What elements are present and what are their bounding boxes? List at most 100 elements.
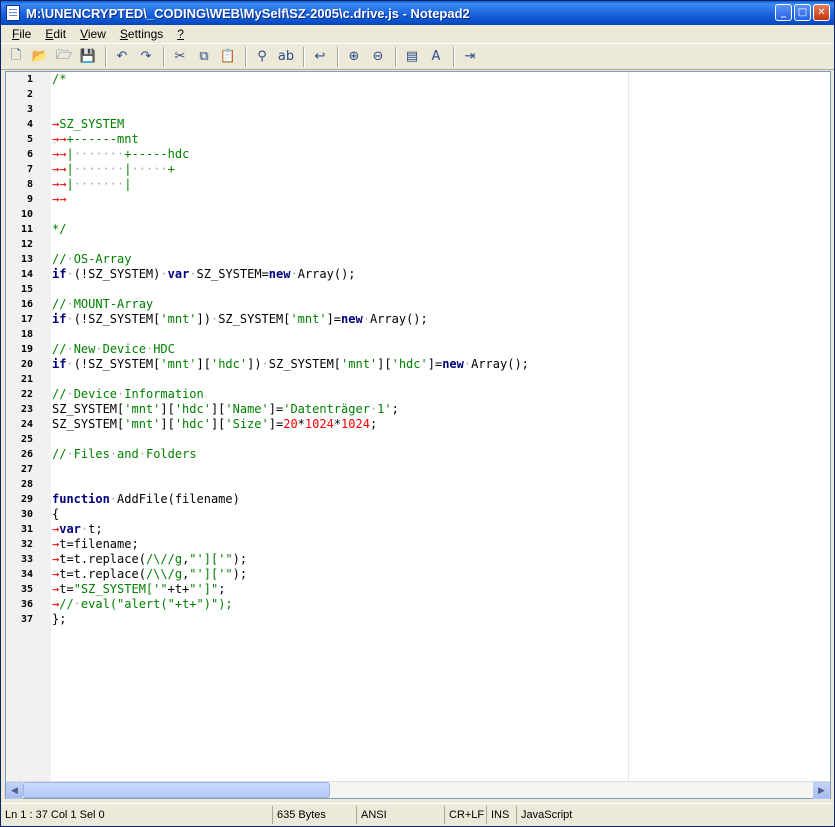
code-token: ][ — [210, 402, 226, 416]
code-line[interactable]: →→|·······|·····+ — [52, 162, 175, 177]
code-line[interactable]: //·Device·Information — [52, 387, 204, 402]
code-line[interactable]: →→|·······+-----hdc — [52, 147, 189, 162]
code-line[interactable]: if·(!SZ_SYSTEM)·var·SZ_SYSTEM=new·Array(… — [52, 267, 356, 282]
code-line[interactable]: SZ_SYSTEM['mnt']['hdc']['Name']='Datentr… — [52, 402, 399, 417]
code-token: ][ — [210, 417, 226, 431]
scroll-right-button[interactable]: ▶ — [813, 782, 830, 799]
menu-item[interactable]: File — [5, 27, 38, 41]
line-number: 13 — [20, 254, 33, 265]
code-token: new — [442, 357, 464, 371]
code-line[interactable]: */ — [52, 222, 66, 237]
replace-icon[interactable]: ab — [275, 46, 297, 68]
menu-item[interactable]: View — [73, 27, 113, 41]
code-token: 1024 — [304, 417, 334, 431]
zoom-out-icon[interactable]: ⊖ — [367, 46, 389, 68]
menu-item[interactable]: ? — [170, 27, 191, 41]
code-line[interactable]: →t="SZ_SYSTEM['"+t+"']"; — [52, 582, 225, 597]
redo-icon[interactable]: ↷ — [135, 46, 157, 68]
code-line[interactable]: /* — [52, 72, 66, 87]
code-token: ; — [369, 417, 378, 431]
minimize-icon: _ — [781, 7, 786, 18]
code-line[interactable]: →var·t; — [52, 522, 103, 537]
font-icon[interactable]: A — [425, 46, 447, 68]
maximize-button[interactable]: □ — [794, 4, 811, 21]
wordwrap-icon[interactable]: ↩ — [309, 46, 331, 68]
paste-icon[interactable]: 📋 — [217, 46, 239, 68]
line-number: 29 — [20, 494, 33, 505]
cut-icon[interactable]: ✂ — [169, 46, 191, 68]
code-token: AddFile(filename) — [117, 492, 240, 506]
code-token: 'Size' — [225, 417, 269, 431]
code-token: ]= — [268, 417, 284, 431]
code-line[interactable]: //·New·Device·HDC — [52, 342, 175, 357]
open-icon[interactable]: 📂 — [29, 46, 51, 68]
status-lexer[interactable]: JavaScript — [517, 806, 637, 824]
status-eol[interactable]: CR+LF — [445, 806, 487, 824]
code-line[interactable]: →SZ_SYSTEM — [52, 117, 124, 132]
menu-item[interactable]: Settings — [113, 27, 170, 41]
scrollbar-thumb[interactable] — [23, 782, 330, 798]
save-icon[interactable]: 💾 — [77, 46, 99, 68]
code-line[interactable]: →→|·······| — [52, 177, 132, 192]
scheme-icon[interactable]: ▤ — [401, 46, 423, 68]
line-number: 9 — [26, 194, 33, 205]
code-token: SZ_SYSTEM[ — [218, 312, 291, 326]
scroll-left-button[interactable]: ◀ — [6, 782, 23, 799]
code-line[interactable]: if·(!SZ_SYSTEM['mnt'])·SZ_SYSTEM['mnt']=… — [52, 312, 428, 327]
code-token: var — [167, 267, 190, 281]
line-number: 36 — [20, 599, 33, 610]
horizontal-scrollbar[interactable]: ◀ ▶ — [6, 781, 830, 799]
code-token: "']['" — [189, 567, 233, 581]
status-encoding[interactable]: ANSI — [357, 806, 445, 824]
code-token: t=t.replace( — [59, 567, 146, 581]
code-token: (!SZ_SYSTEM) — [73, 267, 161, 281]
notepad-app-icon[interactable] — [6, 5, 20, 21]
exit-icon[interactable]: ⇥ — [459, 46, 481, 68]
code-line[interactable]: →//·eval("alert("+t+")"); — [52, 597, 233, 612]
window-controls: _ □ ✕ — [775, 4, 830, 21]
find-icon[interactable]: ⚲ — [251, 46, 273, 68]
code-token: Information — [124, 387, 204, 401]
code-line[interactable]: →t=filename; — [52, 537, 139, 552]
status-mode[interactable]: INS — [487, 806, 517, 824]
code-token: ]) — [196, 312, 211, 326]
code-token: t; — [88, 522, 103, 536]
code-token: ][ — [196, 357, 211, 371]
code-line[interactable]: if·(!SZ_SYSTEM['mnt']['hdc'])·SZ_SYSTEM[… — [52, 357, 529, 372]
status-position: Ln 1 : 37 Col 1 Sel 0 — [1, 806, 273, 824]
line-number: 7 — [26, 164, 33, 175]
zoom-in-icon[interactable]: ⊕ — [343, 46, 365, 68]
code-line[interactable]: SZ_SYSTEM['mnt']['hdc']['Size']=20*1024*… — [52, 417, 377, 432]
toolbar-separator — [105, 46, 107, 67]
code-line[interactable]: →t=t.replace(/\//g,"']['"); — [52, 552, 247, 567]
browse-icon[interactable]: 🗁 — [53, 46, 75, 68]
copy-icon[interactable]: ⧉ — [193, 46, 215, 68]
menu-item[interactable]: Edit — [38, 27, 73, 41]
code-line[interactable]: //·Files·and·Folders — [52, 447, 197, 462]
code-line[interactable]: →→ — [52, 192, 66, 207]
code-line[interactable]: { — [52, 507, 59, 522]
code-line[interactable]: →t=t.replace(/\\/g,"']['"); — [52, 567, 247, 582]
undo-icon[interactable]: ↶ — [111, 46, 133, 68]
code-line[interactable]: //·MOUNT-Array — [52, 297, 153, 312]
title-bar[interactable]: M:\UNENCRYPTED\_CODING\WEB\MySelf\SZ-200… — [1, 1, 834, 25]
code-token: ]= — [326, 312, 342, 326]
minimize-button[interactable]: _ — [775, 4, 792, 21]
editor[interactable]: 1 2 3 4 5 6 7 8 9 10 11 12 13 14 15 16 17 18 19 20 21 22 23 24 2… — [5, 71, 831, 799]
code-line[interactable]: →→+------mnt — [52, 132, 139, 147]
code-line[interactable]: //·OS-Array — [52, 252, 131, 267]
code-token: | — [124, 177, 132, 191]
code-token: →→ — [52, 162, 67, 176]
arrow-left-icon: ◀ — [11, 785, 18, 796]
code-token: */ — [52, 222, 67, 236]
code-token: ]= — [268, 402, 284, 416]
line-number: 17 — [20, 314, 33, 325]
code-token: // — [52, 447, 67, 461]
close-button[interactable]: ✕ — [813, 4, 830, 21]
code-line[interactable]: }; — [52, 612, 66, 627]
code-line[interactable]: function·AddFile(filename) — [52, 492, 240, 507]
code-token: · — [66, 252, 74, 266]
new-icon[interactable]: 🗋 — [5, 46, 27, 68]
code-token: ; — [391, 402, 399, 416]
code-token: ); — [232, 567, 248, 581]
